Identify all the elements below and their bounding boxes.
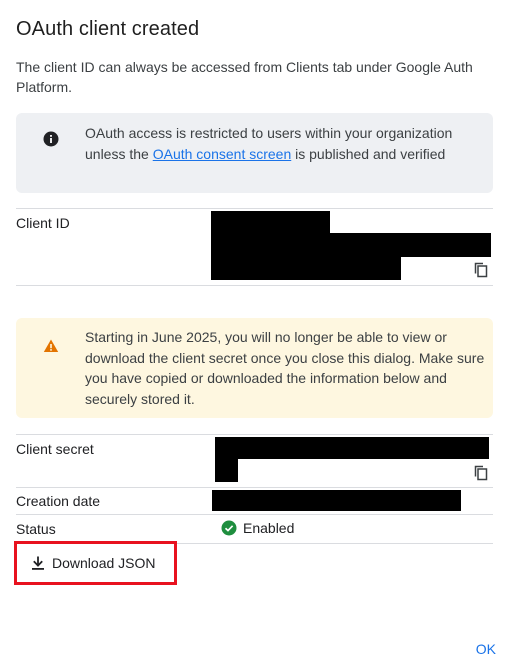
client-id-label: Client ID xyxy=(16,215,70,231)
copy-icon[interactable] xyxy=(473,465,489,481)
dialog-subtitle: The client ID can always be accessed fro… xyxy=(16,59,473,95)
download-icon xyxy=(32,556,44,570)
client-id-redacted xyxy=(211,211,330,233)
copy-icon[interactable] xyxy=(473,262,489,278)
client-secret-redacted xyxy=(215,437,489,459)
divider xyxy=(16,434,493,435)
divider xyxy=(16,285,493,286)
download-json-label: Download JSON xyxy=(52,555,156,571)
warning-icon xyxy=(43,339,59,352)
warning-banner: Starting in June 2025, you will no longe… xyxy=(16,318,493,418)
divider xyxy=(16,514,493,515)
info-banner-text-after: is published and verified xyxy=(291,145,446,162)
divider xyxy=(16,208,493,209)
oauth-consent-screen-link[interactable]: OAuth consent screen xyxy=(153,146,292,162)
ok-button[interactable]: OK xyxy=(476,641,496,657)
client-secret-label: Client secret xyxy=(16,441,94,457)
info-banner: OAuth access is restricted to users with… xyxy=(16,113,493,193)
dialog-title: OAuth client created xyxy=(16,18,200,40)
divider xyxy=(16,487,493,488)
client-secret-redacted xyxy=(215,459,238,482)
info-icon xyxy=(43,131,59,147)
status-text: Enabled xyxy=(243,520,295,536)
check-circle-icon xyxy=(221,520,237,536)
creation-date-redacted xyxy=(212,490,461,511)
info-banner-text: OAuth access is restricted to users with… xyxy=(85,123,485,164)
status-value: Enabled xyxy=(221,520,294,536)
client-id-redacted xyxy=(211,257,401,280)
creation-date-label: Creation date xyxy=(16,493,101,509)
download-json-button[interactable]: Download JSON xyxy=(20,548,166,578)
warning-banner-text: Starting in June 2025, you will no longe… xyxy=(85,329,485,407)
status-label: Status xyxy=(16,521,56,537)
client-id-redacted xyxy=(211,233,491,257)
